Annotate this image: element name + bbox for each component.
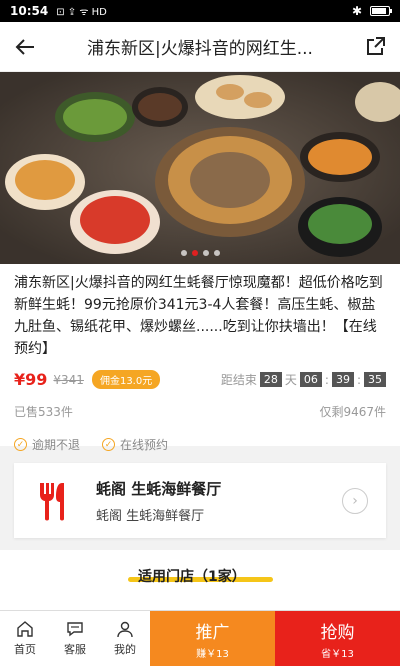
store-card[interactable]: 蚝阁 生蚝海鲜餐厅 蚝阁 生蚝海鲜餐厅 ›	[14, 463, 386, 538]
carousel-dot-active[interactable]	[191, 250, 198, 256]
store-subtitle: 蚝阁 生蚝海鲜餐厅	[96, 508, 205, 524]
buy-button[interactable]: 抢购 省￥13	[275, 611, 400, 666]
tab-label: 我的	[114, 643, 136, 656]
tab-label: 客服	[64, 643, 86, 656]
status-time: 10:54	[10, 4, 49, 18]
countdown-label: 距结束	[220, 373, 257, 387]
arrow-left-icon	[15, 38, 34, 55]
chevron-right-icon[interactable]: ›	[342, 487, 368, 514]
tag-no-refund: ✓ 逾期不退	[14, 436, 80, 453]
page-title: 浦东新区|火爆抖音的网红生...	[87, 39, 313, 59]
tag-label: 在线预约	[120, 438, 169, 452]
tag-online-booking: ✓ 在线预约	[102, 436, 168, 453]
sold-count: 已售533件	[14, 405, 73, 419]
user-icon	[117, 621, 133, 638]
check-icon: ✓	[102, 438, 116, 451]
share-icon	[367, 36, 385, 55]
carousel-dots	[0, 250, 400, 256]
countdown-timer: 距结束 28 天 06 : 39 : 35	[221, 371, 386, 388]
carousel-dot[interactable]	[180, 250, 187, 256]
food-image-carousel[interactable]	[0, 72, 400, 264]
countdown-days-unit: 天	[284, 373, 297, 387]
promote-button[interactable]: 推广 赚￥13	[150, 611, 275, 666]
price-row: ¥99 ¥341 佣金13.0元 距结束 28 天 06 : 39 : 35	[14, 370, 386, 389]
section-title: 适用门店（1家）	[138, 569, 246, 585]
tab-label: 首页	[14, 643, 36, 656]
commission-badge: 佣金13.0元	[91, 370, 161, 389]
remaining-count: 仅剩9467件	[319, 405, 386, 419]
deal-description: 浦东新区|火爆抖音的网红生蚝餐厅惊现魔都！超低价格吃到新鲜生蚝！99元抢原价34…	[14, 275, 383, 357]
original-price: ¥341	[53, 372, 84, 387]
status-bar: 10:54 ⊡ ⇪ ᯤ HD ✱	[0, 0, 400, 22]
carousel-dot[interactable]	[213, 250, 220, 256]
tag-label: 逾期不退	[32, 438, 81, 452]
tab-home[interactable]: 首页	[0, 611, 50, 666]
stats-row: 已售533件 仅剩9467件	[14, 403, 386, 420]
countdown-hours: 06	[299, 372, 322, 387]
tab-mine[interactable]: 我的	[100, 611, 150, 666]
deal-price: ¥99	[14, 370, 48, 389]
promote-earn: 赚￥13	[196, 648, 229, 660]
status-indicators: ⊡ ⇪ ᯤ HD	[56, 7, 107, 18]
countdown-days: 28	[259, 372, 282, 387]
bluetooth-icon: ✱	[351, 4, 362, 18]
tab-service[interactable]: 客服	[50, 611, 100, 666]
food-photo	[0, 72, 400, 264]
countdown-seconds: 35	[364, 372, 386, 387]
nav-bar: 浦东新区|火爆抖音的网红生...	[0, 22, 400, 72]
chat-icon	[67, 622, 83, 637]
battery-icon	[370, 6, 392, 16]
carousel-dot[interactable]	[202, 250, 209, 256]
store-name: 蚝阁 生蚝海鲜餐厅	[96, 479, 222, 498]
share-button[interactable]	[350, 22, 400, 72]
bottom-bar: 首页 客服 我的 推广 赚￥13 抢购 省￥13	[0, 610, 400, 666]
home-icon	[17, 621, 33, 637]
buy-save: 省￥13	[321, 648, 354, 660]
promote-label: 推广	[195, 622, 230, 643]
policy-tags: ✓ 逾期不退 ✓ 在线预约	[14, 436, 386, 453]
deal-info: 浦东新区|火爆抖音的网红生蚝餐厅惊现魔都！超低价格吃到新鲜生蚝！99元抢原价34…	[0, 264, 400, 452]
countdown-minutes: 39	[331, 372, 354, 387]
back-button[interactable]	[0, 22, 50, 72]
buy-label: 抢购	[320, 622, 355, 643]
check-icon: ✓	[14, 438, 27, 451]
restaurant-icon	[32, 479, 76, 523]
